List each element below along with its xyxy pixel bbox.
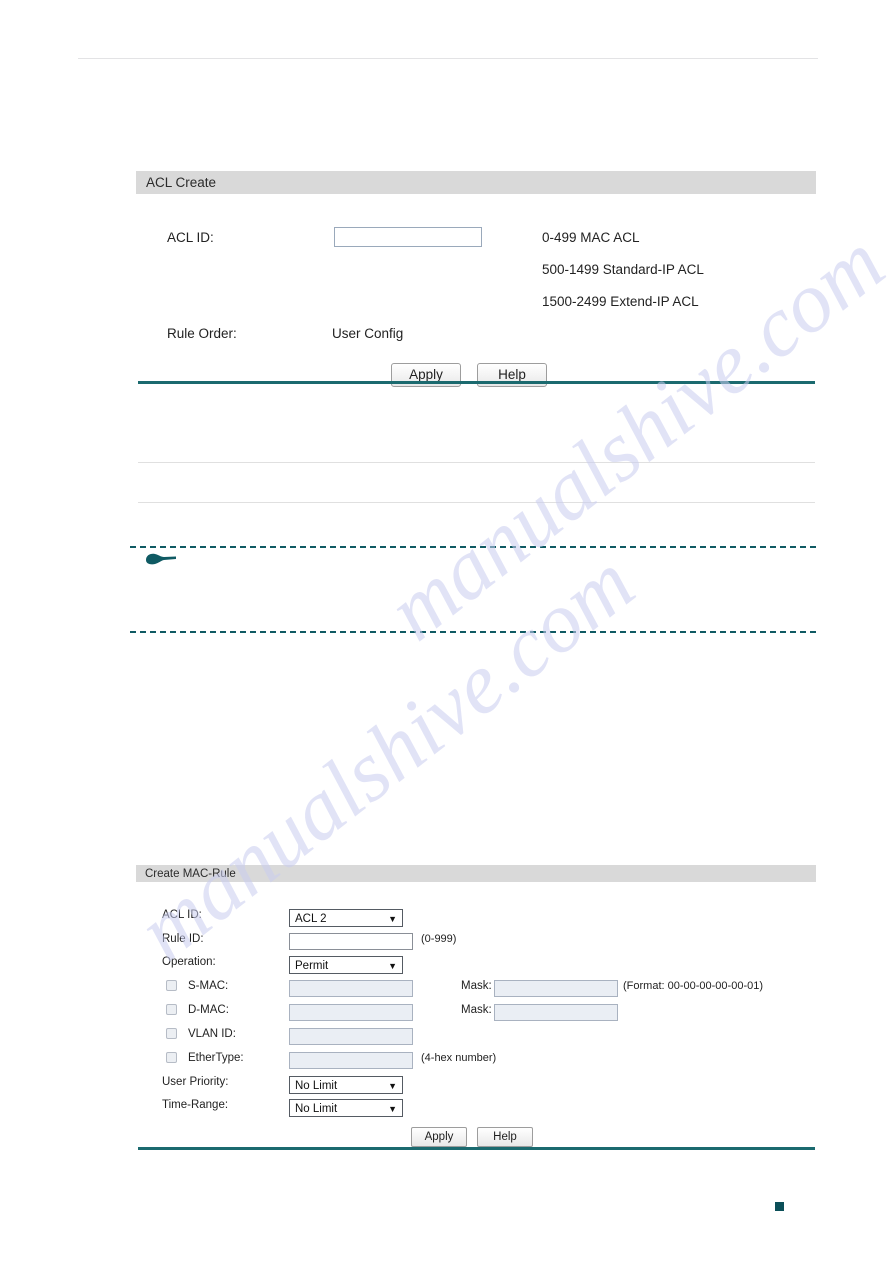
acl-id-label: ACL ID: xyxy=(167,230,214,245)
mac-rule-rule-id-hint: (0-999) xyxy=(421,933,457,945)
mac-rule-apply-button[interactable]: Apply xyxy=(411,1127,467,1147)
acl-create-panel: ACL Create ACL ID: 0-499 MAC ACL 500-149… xyxy=(136,171,816,387)
mac-rule-ethertype-hint: (4-hex number) xyxy=(421,1052,497,1064)
page-corner-marker xyxy=(775,1202,784,1211)
mac-rule-vlan-id-checkbox[interactable] xyxy=(166,1028,177,1039)
chevron-down-icon: ▼ xyxy=(388,914,397,924)
mac-rule-rule-id-input[interactable] xyxy=(289,933,413,950)
table-row-divider xyxy=(138,462,815,463)
mac-rule-d-mac-input[interactable] xyxy=(289,1004,413,1021)
mac-rule-acl-id-select[interactable]: ACL 2 ▼ xyxy=(289,909,403,927)
mac-rule-acl-id-label: ACL ID: xyxy=(162,909,202,921)
acl-id-range-hint-mac: 0-499 MAC ACL xyxy=(542,230,640,245)
mac-rule-time-range-value: No Limit xyxy=(295,1103,338,1115)
acl-id-range-hint-standard-ip: 500-1499 Standard-IP ACL xyxy=(542,262,704,277)
mac-rule-d-mac-mask-input[interactable] xyxy=(494,1004,618,1021)
page-header-rule xyxy=(78,58,818,59)
mac-rule-operation-label: Operation: xyxy=(162,956,216,968)
create-mac-rule-title: Create MAC-Rule xyxy=(136,865,816,883)
mac-rule-ethertype-checkbox[interactable] xyxy=(166,1052,177,1063)
mac-rule-operation-value: Permit xyxy=(295,960,329,972)
mac-rule-help-button[interactable]: Help xyxy=(477,1127,533,1147)
pointing-hand-icon xyxy=(146,553,176,565)
mac-rule-ethertype-input[interactable] xyxy=(289,1052,413,1069)
chevron-down-icon: ▼ xyxy=(388,961,397,971)
rule-order-label: Rule Order: xyxy=(167,326,237,341)
mac-rule-user-priority-label: User Priority: xyxy=(162,1076,229,1088)
section-divider-top xyxy=(138,381,815,384)
acl-create-body: ACL ID: 0-499 MAC ACL 500-1499 Standard-… xyxy=(136,195,816,387)
note-box-bottom-border xyxy=(130,631,816,633)
mac-rule-s-mac-mask-input[interactable] xyxy=(494,980,618,997)
chevron-down-icon: ▼ xyxy=(388,1104,397,1114)
mac-rule-d-mac-label: D-MAC: xyxy=(188,1004,229,1016)
mac-rule-s-mac-label: S-MAC: xyxy=(188,980,229,992)
acl-id-input[interactable] xyxy=(334,227,482,247)
mac-rule-user-priority-select[interactable]: No Limit ▼ xyxy=(289,1076,403,1094)
mac-rule-s-mac-input[interactable] xyxy=(289,980,413,997)
create-mac-rule-body: ACL ID: ACL 2 ▼ Rule ID: (0-999) Operati… xyxy=(136,883,816,1148)
create-mac-rule-panel: Create MAC-Rule ACL ID: ACL 2 ▼ Rule ID:… xyxy=(136,865,816,1148)
mac-rule-user-priority-value: No Limit xyxy=(295,1080,338,1092)
mac-rule-acl-id-value: ACL 2 xyxy=(295,913,327,925)
note-box-top-border xyxy=(130,546,816,548)
table-row-divider xyxy=(138,502,815,503)
mac-rule-vlan-id-input[interactable] xyxy=(289,1028,413,1045)
mac-rule-ethertype-label: EtherType: xyxy=(188,1052,244,1064)
rule-order-value: User Config xyxy=(332,326,404,341)
mac-rule-time-range-select[interactable]: No Limit ▼ xyxy=(289,1099,403,1117)
acl-id-range-hint-extend-ip: 1500-2499 Extend-IP ACL xyxy=(542,294,699,309)
mac-rule-d-mac-mask-label: Mask: xyxy=(461,1004,492,1016)
mac-rule-s-mac-format-hint: (Format: 00-00-00-00-00-01) xyxy=(623,980,764,992)
section-divider-bottom xyxy=(138,1147,815,1150)
mac-rule-operation-select[interactable]: Permit ▼ xyxy=(289,956,403,974)
mac-rule-d-mac-checkbox[interactable] xyxy=(166,1004,177,1015)
mac-rule-time-range-label: Time-Range: xyxy=(162,1099,229,1111)
mac-rule-s-mac-checkbox[interactable] xyxy=(166,980,177,991)
acl-create-title: ACL Create xyxy=(136,171,816,195)
mac-rule-s-mac-mask-label: Mask: xyxy=(461,980,492,992)
mac-rule-vlan-id-label: VLAN ID: xyxy=(188,1028,236,1040)
chevron-down-icon: ▼ xyxy=(388,1081,397,1091)
mac-rule-rule-id-label: Rule ID: xyxy=(162,933,204,945)
